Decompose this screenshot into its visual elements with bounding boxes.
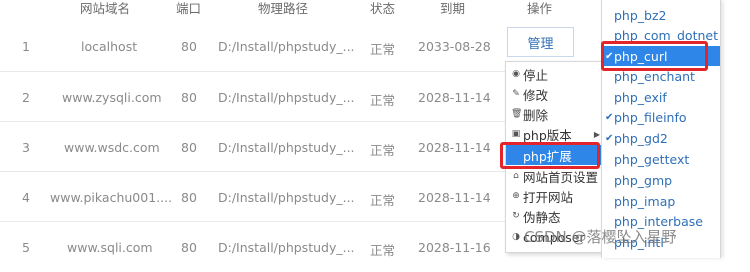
row-index: 4 (22, 190, 30, 205)
ext-label: php_gettext (614, 151, 690, 167)
row-expiry: 2028-11-14 (418, 90, 491, 105)
manage-button[interactable]: 管理 (507, 27, 574, 57)
ext-label: php_gmp (614, 172, 673, 188)
watermark: CSDN @落樱坠入星野 (524, 228, 677, 246)
row-path: D:/Install/phpstudy_... (218, 240, 355, 255)
header-action: 操作 (527, 1, 553, 16)
row-port: 80 (181, 39, 197, 54)
php-extension-submenu: php_bz2 php_com_dotnet ✔ php_curl php_enc… (601, 0, 721, 258)
row-expiry: 2033-08-28 (418, 39, 491, 54)
ext-item[interactable]: php_bz2 (602, 5, 720, 25)
row-path: D:/Install/phpstudy_... (218, 90, 355, 105)
chevron-right-icon: ▶ (593, 129, 600, 139)
menu-item-rewrite[interactable]: ↻ 伪静态 (506, 206, 602, 226)
row-port: 80 (181, 90, 197, 105)
row-expiry: 2028-11-14 (418, 140, 491, 155)
ext-label: php_gd2 (614, 130, 668, 146)
row-path: D:/Install/phpstudy_... (218, 39, 355, 54)
highlight-box-php-extension (500, 142, 600, 169)
menu-item-label: 停止 (523, 67, 549, 83)
menu-item-label: 网站首页设置 (523, 169, 599, 185)
row-status: 正常 (370, 193, 396, 208)
ext-label: php_exif (614, 89, 667, 105)
menu-item-label: 修改 (523, 87, 549, 103)
row-port: 80 (181, 240, 197, 255)
ext-label: php_bz2 (614, 7, 667, 23)
ext-item[interactable]: ✔ php_fileinfo (602, 107, 720, 127)
row-domain: www.sqli.com (67, 240, 153, 255)
php-version-icon: ▣ (511, 129, 521, 139)
row-status: 正常 (370, 93, 396, 108)
row-domain: www.pikachu001.... (50, 190, 173, 205)
menu-item-label: 伪静态 (523, 209, 561, 225)
header-domain: 网站域名 (80, 1, 131, 16)
check-icon: ✔ (605, 111, 614, 123)
trash-icon: 🗑 (511, 109, 523, 119)
table-header: 网站域名 端口 物理路径 状态 到期 操作 (0, 0, 620, 16)
ext-item[interactable]: php_exif (602, 87, 720, 107)
row-domain: localhost (81, 39, 138, 54)
menu-item-homepage-settings[interactable]: ⌂ 网站首页设置 (506, 166, 602, 186)
row-port: 80 (181, 140, 197, 155)
stop-icon: ◉ (512, 69, 520, 79)
row-status: 正常 (370, 42, 396, 57)
menu-item-php-version[interactable]: ▣ php版本 ▶ (506, 124, 602, 144)
row-path: D:/Install/phpstudy_... (218, 190, 355, 205)
menu-item-delete[interactable]: 🗑 删除 (506, 104, 602, 124)
header-path: 物理路径 (258, 1, 309, 16)
globe-icon: ⊕ (512, 191, 520, 201)
header-port: 端口 (176, 1, 202, 16)
highlight-box-php-curl (601, 41, 708, 71)
menu-item-stop[interactable]: ◉ 停止 (506, 64, 602, 84)
ext-item[interactable]: php_gmp (602, 170, 720, 190)
menu-item-edit[interactable]: ✎ 修改 (506, 84, 602, 104)
row-path: D:/Install/phpstudy_... (218, 140, 355, 155)
ext-item[interactable]: php_gettext (602, 149, 720, 169)
home-icon: ⌂ (513, 171, 519, 181)
menu-item-open-site[interactable]: ⊕ 打开网站 (506, 186, 602, 206)
check-icon: ✔ (605, 132, 614, 144)
ext-label: php_fileinfo (614, 109, 687, 125)
menu-item-label: 打开网站 (523, 189, 574, 205)
row-index: 5 (22, 240, 30, 255)
header-expiry: 到期 (440, 1, 466, 16)
row-status: 正常 (370, 243, 396, 258)
row-index: 2 (22, 90, 30, 105)
composer-icon: ◑ (512, 232, 520, 242)
row-expiry: 2028-11-16 (418, 240, 491, 255)
menu-item-label: php版本 (523, 127, 572, 143)
header-status: 状态 (370, 1, 396, 16)
row-domain: www.wsdc.com (64, 140, 160, 155)
row-domain: www.zysqli.com (62, 90, 162, 105)
menu-item-label: 删除 (523, 107, 549, 123)
row-status: 正常 (370, 143, 396, 158)
row-index: 3 (22, 140, 30, 155)
row-port: 80 (181, 190, 197, 205)
ext-label: php_imap (614, 193, 676, 209)
edit-icon: ✎ (512, 89, 520, 99)
rewrite-icon: ↻ (512, 211, 520, 221)
ext-item[interactable]: php_imap (602, 191, 720, 211)
row-expiry: 2028-11-14 (418, 190, 491, 205)
row-index: 1 (22, 39, 30, 54)
ext-item[interactable]: ✔ php_gd2 (602, 128, 720, 148)
